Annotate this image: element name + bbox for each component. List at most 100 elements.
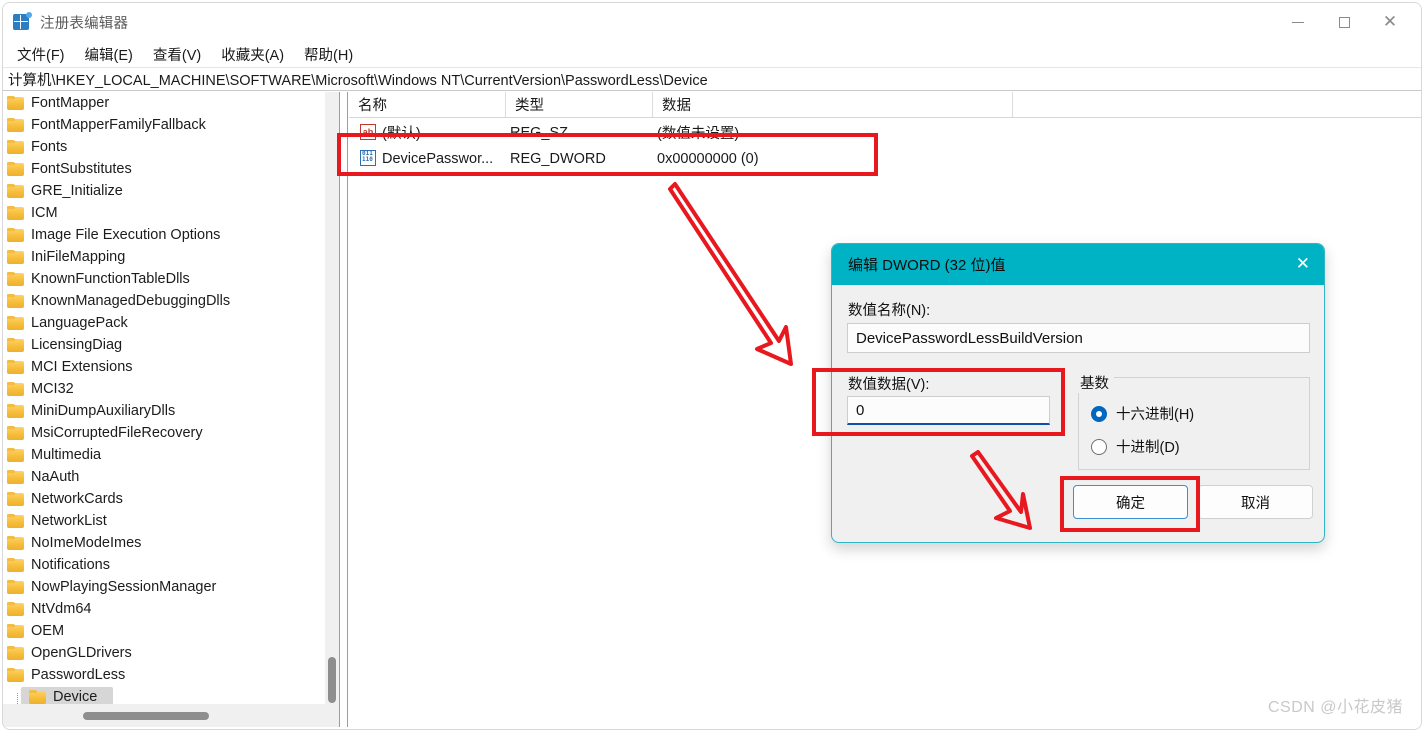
- tree-item[interactable]: FontSubstitutes: [3, 158, 325, 180]
- address-bar[interactable]: 计算机\HKEY_LOCAL_MACHINE\SOFTWARE\Microsof…: [3, 67, 1421, 91]
- folder-icon: [7, 426, 24, 440]
- radio-hexadecimal-dot: [1091, 406, 1107, 422]
- tree-item-label: GRE_Initialize: [31, 183, 123, 199]
- folder-icon: [7, 316, 24, 330]
- radio-decimal[interactable]: 十进制(D): [1091, 436, 1180, 457]
- tree-horizontal-scrollbar-thumb[interactable]: [83, 712, 209, 720]
- dialog-close-icon[interactable]: ✕: [1296, 256, 1310, 273]
- tree-item-label: NtVdm64: [31, 601, 91, 617]
- tree-item[interactable]: MiniDumpAuxiliaryDlls: [3, 400, 325, 422]
- tree-item[interactable]: KnownFunctionTableDlls: [3, 268, 325, 290]
- folder-icon: [7, 492, 24, 506]
- menu-edit[interactable]: 编辑(E): [75, 44, 143, 65]
- tree-horizontal-scrollbar[interactable]: [3, 704, 339, 727]
- folder-icon: [7, 118, 24, 132]
- tree-item[interactable]: PasswordLess: [3, 664, 325, 686]
- tree-item[interactable]: Notifications: [3, 554, 325, 576]
- close-button[interactable]: ✕: [1367, 3, 1413, 41]
- minimize-button[interactable]: [1275, 3, 1321, 41]
- folder-icon: [7, 360, 24, 374]
- tree-item[interactable]: Image File Execution Options: [3, 224, 325, 246]
- tree-item[interactable]: NowPlayingSessionManager: [3, 576, 325, 598]
- table-row[interactable]: 011 110 DevicePasswor... REG_DWORD 0x000…: [349, 146, 1421, 171]
- value-name-field[interactable]: DevicePasswordLessBuildVersion: [847, 323, 1310, 353]
- folder-icon: [7, 162, 24, 176]
- value-data-cell: (数值未设置): [657, 122, 739, 143]
- folder-icon: [7, 448, 24, 462]
- cancel-button[interactable]: 取消: [1198, 485, 1313, 519]
- tree-item[interactable]: NaAuth: [3, 466, 325, 488]
- folder-icon: [7, 404, 24, 418]
- base-group-label: 基数: [1075, 372, 1114, 393]
- registry-tree-pane[interactable]: FontMapperFontMapperFamilyFallbackFontsF…: [3, 92, 339, 704]
- tree-item[interactable]: ICM: [3, 202, 325, 224]
- menu-file[interactable]: 文件(F): [7, 44, 75, 65]
- registry-tree-list: FontMapperFontMapperFamilyFallbackFontsF…: [3, 92, 325, 704]
- tree-item[interactable]: MsiCorruptedFileRecovery: [3, 422, 325, 444]
- radio-decimal-label: 十进制(D): [1116, 436, 1180, 457]
- value-data-field[interactable]: 0: [847, 396, 1050, 425]
- tree-item[interactable]: FontMapper: [3, 92, 325, 114]
- tree-item-label: Multimedia: [31, 447, 101, 463]
- ok-button[interactable]: 确定: [1073, 485, 1188, 519]
- radio-hexadecimal-label: 十六进制(H): [1116, 403, 1194, 424]
- tree-item-label: MCI32: [31, 381, 74, 397]
- folder-icon: [7, 668, 24, 682]
- tree-item-label: NaAuth: [31, 469, 79, 485]
- tree-item[interactable]: FontMapperFamilyFallback: [3, 114, 325, 136]
- folder-icon: [7, 470, 24, 484]
- menu-view[interactable]: 查看(V): [143, 44, 211, 65]
- table-row[interactable]: ab (默认) REG_SZ (数值未设置): [349, 120, 1421, 145]
- tree-item[interactable]: OEM: [3, 620, 325, 642]
- tree-item[interactable]: OpenGLDrivers: [3, 642, 325, 664]
- dialog-titlebar: 编辑 DWORD (32 位)值 ✕: [832, 244, 1324, 285]
- folder-icon: [7, 250, 24, 264]
- tree-item[interactable]: Device: [3, 686, 325, 704]
- window-titlebar: 注册表编辑器 ✕: [3, 3, 1421, 41]
- tree-item[interactable]: MCI32: [3, 378, 325, 400]
- watermark-text: CSDN @小花皮猪: [1268, 693, 1403, 717]
- tree-item-label: PasswordLess: [31, 667, 125, 683]
- maximize-button[interactable]: [1321, 3, 1367, 41]
- tree-item-label: Device: [53, 689, 97, 704]
- tree-item-label: KnownFunctionTableDlls: [31, 271, 190, 287]
- value-type-cell: REG_SZ: [510, 125, 568, 141]
- tree-item[interactable]: LicensingDiag: [3, 334, 325, 356]
- address-path-text: 计算机\HKEY_LOCAL_MACHINE\SOFTWARE\Microsof…: [8, 69, 708, 90]
- window-controls: ✕: [1275, 3, 1421, 41]
- tree-item-label: IniFileMapping: [31, 249, 125, 265]
- tree-item[interactable]: NoImeModeImes: [3, 532, 325, 554]
- tree-item[interactable]: KnownManagedDebuggingDlls: [3, 290, 325, 312]
- tree-item[interactable]: Multimedia: [3, 444, 325, 466]
- column-header-data[interactable]: 数据: [653, 92, 1013, 117]
- folder-icon: [7, 602, 24, 616]
- tree-item-label: NetworkList: [31, 513, 107, 529]
- tree-vertical-scrollbar[interactable]: [325, 92, 339, 704]
- tree-item[interactable]: NetworkCards: [3, 488, 325, 510]
- tree-item[interactable]: MCI Extensions: [3, 356, 325, 378]
- folder-icon: [7, 96, 24, 110]
- folder-icon: [7, 558, 24, 572]
- tree-item-label: Notifications: [31, 557, 110, 573]
- pane-splitter[interactable]: [339, 92, 348, 727]
- radio-decimal-dot: [1091, 439, 1107, 455]
- tree-item[interactable]: Fonts: [3, 136, 325, 158]
- tree-item-label: OEM: [31, 623, 64, 639]
- tree-item-label: KnownManagedDebuggingDlls: [31, 293, 230, 309]
- folder-icon: [7, 382, 24, 396]
- tree-item[interactable]: LanguagePack: [3, 312, 325, 334]
- column-header-name[interactable]: 名称: [349, 92, 506, 117]
- dword-value-icon: 011 110: [360, 150, 376, 166]
- registry-editor-icon: [13, 13, 31, 31]
- tree-vertical-scrollbar-thumb[interactable]: [328, 657, 336, 703]
- tree-item[interactable]: GRE_Initialize: [3, 180, 325, 202]
- menu-favorites[interactable]: 收藏夹(A): [211, 44, 294, 65]
- tree-item[interactable]: IniFileMapping: [3, 246, 325, 268]
- column-header-type[interactable]: 类型: [506, 92, 653, 117]
- radio-hexadecimal[interactable]: 十六进制(H): [1091, 403, 1194, 424]
- window-title: 注册表编辑器: [40, 12, 128, 33]
- tree-item[interactable]: NtVdm64: [3, 598, 325, 620]
- folder-icon: [7, 228, 24, 242]
- tree-item[interactable]: NetworkList: [3, 510, 325, 532]
- menu-help[interactable]: 帮助(H): [294, 44, 363, 65]
